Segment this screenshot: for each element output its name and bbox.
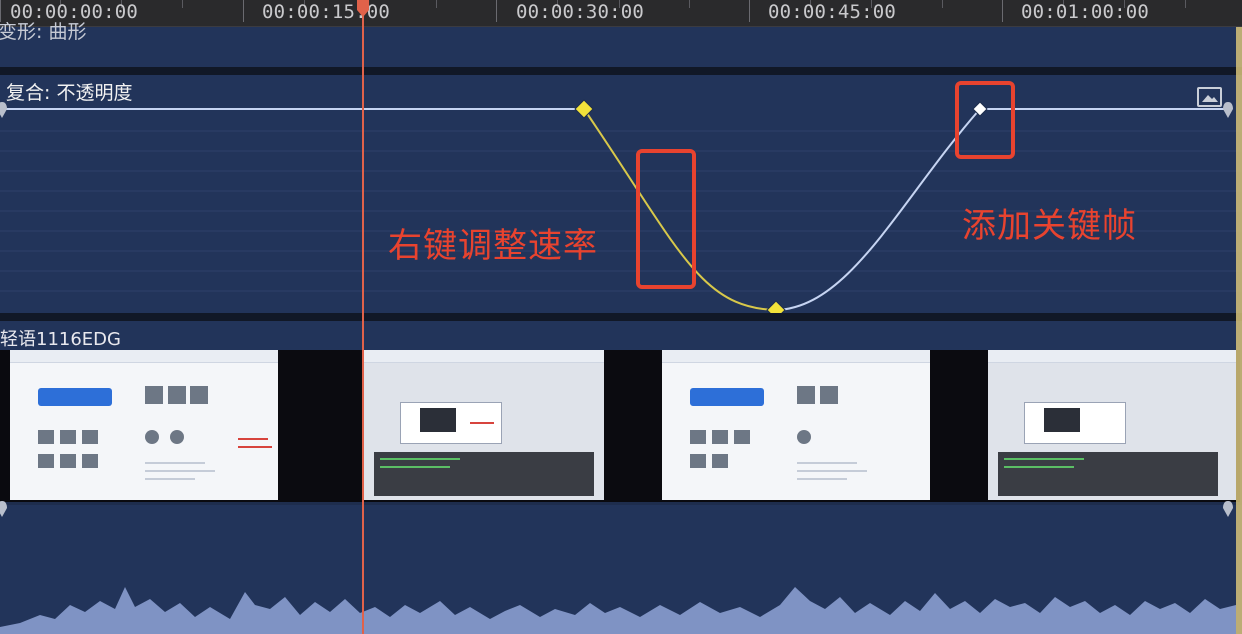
- thumbnail-frame: [10, 350, 278, 500]
- opacity-lane-title: 复合: 不透明度: [6, 82, 133, 104]
- clip-end-edge[interactable]: [1236, 27, 1242, 634]
- speed-annotation-box: [636, 149, 696, 289]
- lane-grid: [0, 130, 1242, 292]
- thumbnail-frame: [930, 350, 988, 500]
- keyframe-annotation-box: [955, 81, 1015, 159]
- timecode-2: 00:00:30:00: [516, 1, 645, 23]
- playhead-icon[interactable]: [356, 0, 370, 18]
- lane-divider: [0, 67, 1242, 75]
- overlay-lane[interactable]: [0, 505, 1242, 557]
- transform-lane-label: 变形: 曲形: [0, 21, 87, 43]
- add-keyframe-annotation: 添加关键帧: [962, 206, 1137, 246]
- lane-divider: [0, 313, 1242, 321]
- clip-label: 轻语1116EDG: [0, 329, 121, 350]
- audio-waveform: [0, 587, 1236, 634]
- timeline-ruler[interactable]: 00:00:00:00 00:00:15:00 00:00:30:00 00:0…: [0, 0, 1242, 27]
- picture-icon[interactable]: [1197, 87, 1222, 107]
- thumbnail-frame: [278, 350, 362, 500]
- transform-lane[interactable]: 变形: 曲形: [0, 21, 1242, 67]
- timecode-1: 00:00:15:00: [262, 1, 391, 23]
- playhead[interactable]: [362, 0, 364, 634]
- diamond-icon[interactable]: [574, 99, 594, 119]
- clip-header[interactable]: [0, 321, 1242, 350]
- pin-icon[interactable]: [0, 101, 8, 119]
- thumbnail-frame: [604, 350, 662, 500]
- thumbnail-frame: [364, 350, 604, 500]
- timecode-4: 00:01:00:00: [1021, 1, 1150, 23]
- opacity-animation-lane[interactable]: [0, 75, 1242, 313]
- thumbnail-frame: [662, 350, 930, 500]
- thumbnail-frame: [988, 350, 1236, 500]
- adjust-speed-annotation: 右键调整速率: [388, 226, 598, 266]
- video-filmstrip[interactable]: [0, 350, 1240, 502]
- timecode-3: 00:00:45:00: [768, 1, 897, 23]
- audio-lane[interactable]: [0, 557, 1242, 634]
- pin-icon[interactable]: [0, 500, 8, 518]
- pin-icon[interactable]: [1222, 101, 1234, 119]
- pin-icon[interactable]: [1222, 500, 1234, 518]
